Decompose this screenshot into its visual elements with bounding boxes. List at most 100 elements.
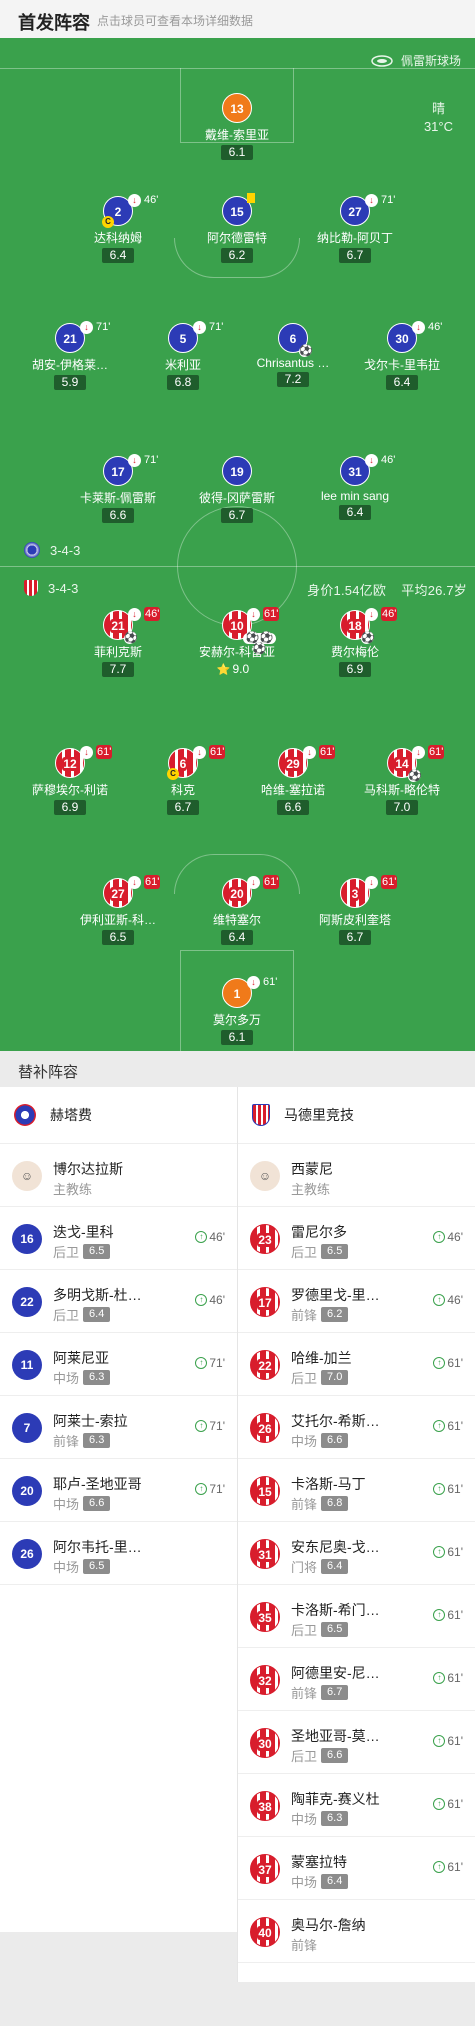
player-marker[interactable]: 2 ↓ 46' C 达科纳姆 6.4: [63, 193, 173, 264]
player-marker[interactable]: 21 ↓ 46' ⚽ 菲利克斯 7.7: [63, 607, 173, 678]
player-rating: 7.2: [276, 372, 310, 387]
bench-player-row[interactable]: 20 耶卢-圣地亚哥 中场 6.6 ↑ 71': [0, 1459, 237, 1522]
sub-minute: 71': [144, 454, 159, 466]
player-name: 卡莱斯-佩雷斯: [80, 491, 156, 505]
coach-name: 博尔达拉斯: [53, 1161, 123, 1177]
sub-on-time: 71': [209, 1419, 225, 1433]
sub-off-badge: ↓ 71': [128, 453, 158, 467]
player-marker[interactable]: 15 阿尔德雷特 6.2: [182, 193, 292, 264]
sub-on-icon: ↑: [195, 1231, 208, 1243]
sub-off-badge: ↓ 46': [128, 193, 158, 207]
bench-player-rating: 6.4: [321, 1559, 349, 1574]
bench-player-rating: 6.6: [83, 1496, 111, 1511]
player-number: 2: [114, 205, 122, 219]
player-marker[interactable]: 1 ↓ 61' 莫尔多万 6.1: [182, 975, 292, 1046]
player-marker[interactable]: 27 ↓ 61' 伊利亚斯-科… 6.5: [63, 875, 173, 946]
player-marker[interactable]: 21 ↓ 71' 胡安-伊格莱… 5.9: [15, 320, 125, 391]
player-marker[interactable]: 29 ↓ 61' 哈维-塞拉诺 6.6: [238, 745, 348, 816]
sub-on-time: 61': [447, 1419, 463, 1433]
player-rating: 6.4: [338, 505, 372, 520]
sub-off-icon: ↓: [412, 320, 425, 334]
header: 首发阵容 点击球员可查看本场详细数据: [0, 0, 475, 38]
bench-player-row[interactable]: 30 圣地亚哥-莫… 后卫 6.6 ↑ 61': [238, 1711, 475, 1774]
home-coach[interactable]: ☺ 博尔达拉斯 主教练: [0, 1144, 237, 1207]
player-marker[interactable]: 13 戴维-索里亚 6.1: [182, 93, 292, 161]
bench-player-position: 中场: [291, 1434, 318, 1449]
sub-off-badge: ↓ 61': [80, 745, 113, 759]
player-marker[interactable]: 30 ↓ 46' 戈尔卡-里韦拉 6.4: [347, 320, 457, 391]
sub-on-time: 71': [209, 1356, 225, 1370]
bench-player-position: 前锋: [291, 1308, 318, 1323]
player-marker[interactable]: 5 ↓ 71' 米利亚 6.8: [128, 320, 238, 391]
player-marker[interactable]: 12 ↓ 61' 萨穆埃尔-利诺 6.9: [15, 745, 125, 816]
stadium-name: 佩雷斯球场: [400, 54, 461, 68]
player-name: 米利亚: [164, 358, 201, 372]
bench-player-row[interactable]: 16 迭戈-里科 后卫 6.5 ↑ 46': [0, 1207, 237, 1270]
bench-player-name: 阿莱士-索拉: [53, 1413, 128, 1429]
bench-player-name: 蒙塞拉特: [291, 1854, 347, 1870]
away-team-name: 马德里竞技: [284, 1107, 354, 1123]
bench-player-jersey: 38: [250, 1791, 280, 1821]
bench-player-name: 卡洛斯-希门…: [291, 1602, 380, 1618]
player-marker[interactable]: 20 ↓ 61' 维特塞尔 6.4: [182, 875, 292, 946]
player-number: 17: [111, 465, 125, 479]
sub-on-minute: ↑ 61': [433, 1608, 463, 1622]
bench-player-name: 奥马尔-詹纳: [291, 1917, 366, 1933]
sub-on-minute: ↑ 61': [433, 1419, 463, 1433]
getafe-crest-icon: [14, 1104, 36, 1126]
sub-on-icon: ↑: [433, 1672, 446, 1684]
bench-player-row[interactable]: 40 奥马尔-詹纳 前锋: [238, 1900, 475, 1963]
sub-on-minute: ↑ 61': [433, 1545, 463, 1559]
bench-player-number: 26: [257, 1422, 273, 1436]
player-marker[interactable]: 17 ↓ 71' 卡莱斯-佩雷斯 6.6: [63, 453, 173, 524]
player-marker[interactable]: 14 ↓ 61' ⚽ 马科斯-略伦特 7.0: [347, 745, 457, 816]
bench-player-row[interactable]: 11 阿莱尼亚 中场 6.3 ↑ 71': [0, 1333, 237, 1396]
bench-player-row[interactable]: 32 阿德里安-尼… 前锋 6.7 ↑ 61': [238, 1648, 475, 1711]
bench-player-position: 后卫: [291, 1245, 318, 1260]
bench-player-row[interactable]: 38 陶菲克-赛义杜 中场 6.3 ↑ 61': [238, 1774, 475, 1837]
away-team-value: 身价1.54亿欧 平均26.7岁: [307, 580, 467, 599]
bench-player-row[interactable]: 23 雷尼尔多 后卫 6.5 ↑ 46': [238, 1207, 475, 1270]
player-marker[interactable]: 31 ↓ 46' lee min sang 6.4: [300, 453, 410, 521]
player-name: 哈维-塞拉诺: [261, 783, 325, 797]
player-marker[interactable]: 6 ⚽ Chrisantus … 7.2: [238, 323, 348, 388]
player-jersey: 18 ↓ 46' ⚽: [340, 607, 398, 644]
sub-off-badge: ↓ 61': [247, 875, 280, 889]
player-marker[interactable]: 27 ↓ 71' 纳比勒-阿贝丁 6.7: [300, 193, 410, 264]
bench-player-row[interactable]: 17 罗德里戈-里… 前锋 6.2 ↑ 46': [238, 1270, 475, 1333]
player-jersey: 27 ↓ 71': [340, 193, 395, 226]
player-marker[interactable]: 10 ↓ 61' ⚽⚽⚽ 安赫尔-科雷亚 ⭐ 9.0: [182, 607, 292, 678]
bench-player-rating: 6.3: [83, 1370, 111, 1385]
player-marker[interactable]: 6 ↓ 61' C 科克 6.7: [128, 745, 238, 816]
sub-on-icon: ↑: [433, 1546, 446, 1558]
bench-player-row[interactable]: 26 阿尔韦托-里… 中场 6.5: [0, 1522, 237, 1585]
bench-player-row[interactable]: 22 多明戈斯-杜… 后卫 6.4 ↑ 46': [0, 1270, 237, 1333]
bench-player-row[interactable]: 31 安东尼奥-戈… 门将 6.4 ↑ 61': [238, 1522, 475, 1585]
player-marker[interactable]: 19 彼得-冈萨雷斯 6.7: [182, 456, 292, 524]
away-coach[interactable]: ☺ 西蒙尼 主教练: [238, 1144, 475, 1207]
player-rating: 7.7: [101, 662, 135, 677]
player-marker[interactable]: 18 ↓ 46' ⚽ 费尔梅伦 6.9: [300, 607, 410, 678]
bench-player-meta: 中场 6.5: [53, 1557, 111, 1576]
bench-player-row[interactable]: 35 卡洛斯-希门… 后卫 6.5 ↑ 61': [238, 1585, 475, 1648]
player-number: 29: [285, 757, 301, 771]
bench-player-row[interactable]: 7 阿莱士-索拉 前锋 6.3 ↑ 71': [0, 1396, 237, 1459]
bench-player-jersey: 26: [12, 1539, 42, 1569]
away-formation: 3-4-3: [24, 580, 78, 596]
bench-player-position: 后卫: [291, 1371, 318, 1386]
player-jersey: 2 ↓ 46' C: [102, 193, 158, 228]
player-jersey: 14 ↓ 61' ⚽: [387, 745, 445, 782]
bench-player-meta: 后卫 6.5: [291, 1242, 349, 1261]
bench-player-number: 30: [257, 1737, 273, 1751]
bench-player-row[interactable]: 26 艾托尔-希斯… 中场 6.6 ↑ 61': [238, 1396, 475, 1459]
bench-player-row[interactable]: 22 哈维-加兰 后卫 7.0 ↑ 61': [238, 1333, 475, 1396]
bench-player-row[interactable]: 37 蒙塞拉特 中场 6.4 ↑ 61': [238, 1837, 475, 1900]
bench-player-rating: 6.2: [321, 1307, 349, 1322]
player-marker[interactable]: 3 ↓ 61' 阿斯皮利奎塔 6.7: [300, 875, 410, 946]
player-name: 达科纳姆: [93, 231, 142, 245]
bench-player-row[interactable]: 15 卡洛斯-马丁 前锋 6.8 ↑ 61': [238, 1459, 475, 1522]
player-rating: 6.5: [101, 930, 135, 945]
home-team-name: 赫塔费: [50, 1107, 92, 1123]
away-value: 身价1.54亿欧: [307, 583, 387, 598]
bench-player-jersey: 17: [250, 1287, 280, 1317]
